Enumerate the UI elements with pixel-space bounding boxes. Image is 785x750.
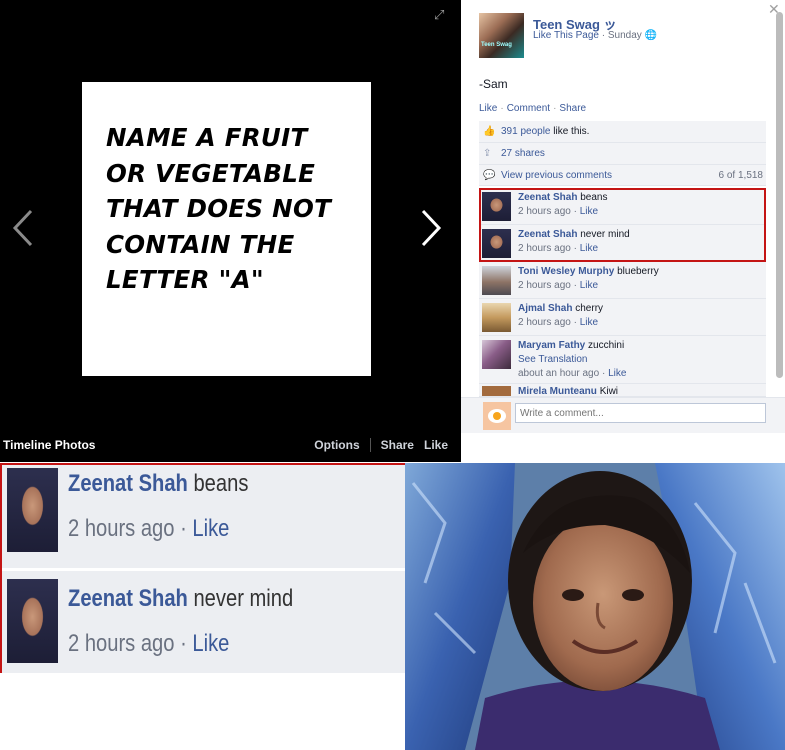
zoom-comment-line: Zeenat Shah never mind <box>68 585 293 613</box>
likes-suffix: like this. <box>550 126 590 137</box>
options-button[interactable]: Options <box>314 438 359 452</box>
comment-time[interactable]: 2 hours ago <box>518 280 571 291</box>
globe-icon: 🌐 <box>644 30 658 41</box>
post-time[interactable]: Sunday <box>608 30 642 41</box>
post-share-link[interactable]: Share <box>559 103 586 114</box>
comment-text: zucchini <box>588 340 625 351</box>
photo-viewer: ⤢ NAME A FRUIT OR VEGETABLE THAT DOES NO… <box>0 0 461 462</box>
comment-composer <box>461 397 785 433</box>
post-comment-link[interactable]: Comment <box>507 103 550 114</box>
previous-comments: 💬 View previous comments 6 of 1,518 <box>479 165 766 186</box>
comment-time[interactable]: about an hour ago <box>518 368 599 379</box>
comment-body: Toni Wesley Murphy blueberry 2 hours ago… <box>518 266 659 291</box>
page-subline: Like This Page · Sunday 🌐 <box>533 30 657 41</box>
zoomed-highlight: Zeenat Shah beans 2 hours ago · Like Zee… <box>0 463 405 673</box>
view-previous-comments-link[interactable]: View previous comments <box>501 170 612 181</box>
photo[interactable]: NAME A FRUIT OR VEGETABLE THAT DOES NOT … <box>82 82 371 376</box>
portrait-image <box>405 463 785 750</box>
comment-author: Zeenat Shah <box>68 470 188 497</box>
comment-author: Zeenat Shah <box>68 585 188 612</box>
chevron-left-icon[interactable] <box>12 208 34 253</box>
comment-text: beans <box>193 470 249 497</box>
portrait-photo <box>405 463 785 750</box>
photo-text-line: THAT DOES NOT <box>106 194 332 223</box>
comment-icon: 💬 <box>483 170 496 181</box>
comment-item: Maryam Fathy zucchini See Translation ab… <box>479 336 766 384</box>
avatar-caption: Teen Swag <box>481 42 512 48</box>
post-like-link[interactable]: Like <box>479 103 497 114</box>
ajmal-avatar[interactable] <box>482 303 511 332</box>
comment-like-link[interactable]: Like <box>608 368 626 379</box>
thumbs-up-icon: 👍 <box>483 126 496 137</box>
photo-text-line: OR VEGETABLE <box>106 158 316 188</box>
like-button[interactable]: Like <box>424 438 448 452</box>
zeenat-avatar <box>7 579 58 663</box>
separator-dot: · <box>553 103 557 114</box>
zoomed-comments: Zeenat Shah beans 2 hours ago · Like Zee… <box>0 463 405 750</box>
comment-author[interactable]: Toni Wesley Murphy <box>518 266 614 277</box>
like-page-link[interactable]: Like This Page <box>533 30 599 41</box>
maryam-avatar[interactable] <box>482 340 511 369</box>
share-icon: ⇪ <box>483 148 492 159</box>
comment-text: never mind <box>193 585 294 612</box>
shares-summary: ⇪ 27 shares <box>479 143 766 165</box>
comment-author[interactable]: Maryam Fathy <box>518 340 585 351</box>
highlight-box <box>479 188 766 262</box>
zoom-comment-meta: 2 hours ago · Like <box>68 630 230 657</box>
post-actions: Like · Comment · Share <box>479 103 586 114</box>
comment-author[interactable]: Ajmal Shah <box>518 303 572 314</box>
share-button[interactable]: Share <box>381 438 414 452</box>
comment-time: 2 hours ago <box>68 515 175 542</box>
post-text: -Sam <box>479 77 508 91</box>
comments-panel: ✕ Teen Swag Teen Swag ッ Like This Page ·… <box>461 0 785 462</box>
separator-dot: · <box>500 103 504 114</box>
expand-icon[interactable]: ⤢ <box>434 8 444 21</box>
comment-time[interactable]: 2 hours ago <box>518 317 571 328</box>
viewer-actions: Options Share Like <box>314 438 448 452</box>
comment-item: Ajmal Shah cherry 2 hours ago · Like <box>479 299 766 336</box>
scrollbar[interactable] <box>776 12 783 378</box>
comment-body: Ajmal Shah cherry 2 hours ago · Like <box>518 303 604 328</box>
comment-like-link[interactable]: Like <box>580 317 598 328</box>
zeenat-avatar <box>7 468 58 552</box>
likes-count-link[interactable]: 391 people <box>501 126 551 137</box>
comment-body: Mirela Munteanu Kiwi <box>518 385 619 397</box>
comment-input[interactable] <box>515 403 766 423</box>
comment-time: 2 hours ago <box>68 630 175 657</box>
toni-avatar[interactable] <box>482 266 511 295</box>
comment-author[interactable]: Mirela Munteanu <box>518 386 597 396</box>
comment-text: Kiwi <box>599 386 619 397</box>
zoom-comment-meta: 2 hours ago · Like <box>68 515 230 542</box>
user-avatar <box>483 402 511 430</box>
zoomed-comment: Zeenat Shah never mind 2 hours ago · Lik… <box>2 568 405 672</box>
comment-body: Maryam Fathy zucchini See Translation ab… <box>518 340 627 379</box>
comment-item: Toni Wesley Murphy blueberry 2 hours ago… <box>479 262 766 299</box>
comment-like-link[interactable]: Like <box>580 280 598 291</box>
photo-text-line: CONTAIN THE <box>106 229 295 259</box>
zoom-comment-line: Zeenat Shah beans <box>68 470 248 498</box>
mirela-avatar[interactable] <box>482 386 511 396</box>
comment-like-link: Like <box>192 515 230 542</box>
comment-like-link: Like <box>192 630 230 657</box>
zoomed-comment: Zeenat Shah beans 2 hours ago · Like <box>2 465 405 569</box>
divider <box>369 438 371 452</box>
comment-item: Mirela Munteanu Kiwi <box>479 384 766 397</box>
comment-text: cherry <box>575 303 604 314</box>
page-avatar[interactable]: Teen Swag <box>479 13 524 58</box>
photo-text-line: LETTER "A" <box>106 265 264 294</box>
chevron-right-icon[interactable] <box>420 208 442 253</box>
yolk-shape <box>493 412 501 420</box>
see-translation-link[interactable]: See Translation <box>518 354 588 365</box>
comment-text: blueberry <box>617 266 659 277</box>
album-title[interactable]: Timeline Photos <box>3 438 95 452</box>
comment-range: 6 of 1,518 <box>718 170 763 181</box>
shares-link[interactable]: 27 shares <box>501 148 545 159</box>
likes-summary: 👍 391 people like this. <box>479 121 766 143</box>
photo-text-line: NAME A FRUIT <box>106 123 308 152</box>
separator-dot: · <box>601 30 606 41</box>
viewer-footer: Timeline Photos Options Share Like <box>0 430 461 462</box>
